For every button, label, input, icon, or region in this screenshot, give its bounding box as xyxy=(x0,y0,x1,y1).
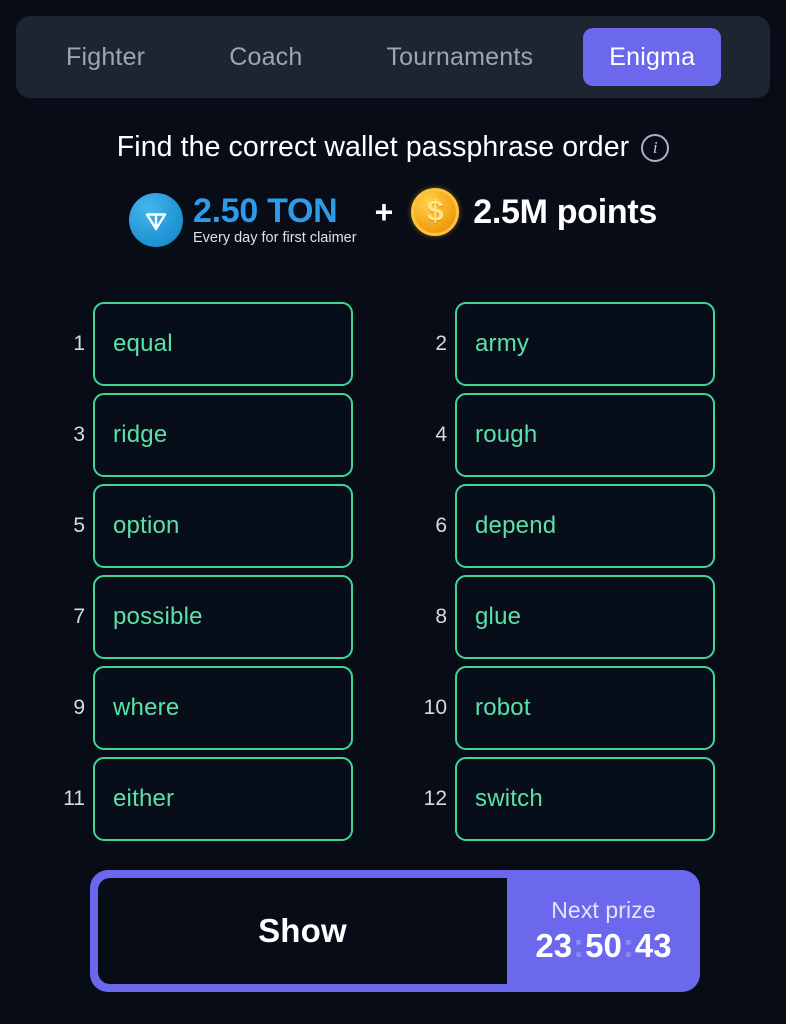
word-index: 12 xyxy=(423,787,447,810)
word-label: where xyxy=(113,694,180,721)
word-slot[interactable]: either xyxy=(93,757,353,841)
passphrase-cell: 4 rough xyxy=(417,393,715,477)
passphrase-cell: 6 depend xyxy=(417,484,715,568)
ton-amount: 2.50 TON xyxy=(193,191,338,230)
passphrase-cell: 10 robot xyxy=(417,666,715,750)
ton-reward-block: 2.50 TON Every day for first claimer xyxy=(193,191,357,247)
passphrase-cell: 5 option xyxy=(55,484,353,568)
word-index: 9 xyxy=(73,696,85,719)
timer-hours: 23 xyxy=(535,927,573,964)
passphrase-cell: 9 where xyxy=(55,666,353,750)
dollar-coin-icon: $ xyxy=(411,188,460,236)
next-prize-timer: 23 : 50 : 43 xyxy=(535,927,671,965)
points-reward: 2.5M points xyxy=(473,192,657,231)
top-tab-bar: Fighter Coach Tournaments Enigma xyxy=(16,16,770,98)
word-slot[interactable]: ridge xyxy=(93,393,353,477)
info-circle-icon[interactable]: i xyxy=(641,133,670,162)
word-slot[interactable]: where xyxy=(93,666,353,750)
timer-separator: : xyxy=(622,927,634,964)
word-index: 5 xyxy=(73,514,85,537)
word-index: 7 xyxy=(73,605,85,628)
word-label: ridge xyxy=(113,421,168,448)
word-slot[interactable]: equal xyxy=(93,302,353,386)
word-label: either xyxy=(113,785,175,812)
word-slot[interactable]: option xyxy=(93,484,353,568)
word-label: robot xyxy=(475,694,531,721)
word-slot[interactable]: army xyxy=(455,302,715,386)
word-label: option xyxy=(113,512,180,539)
bottom-action-bar: Show Next prize 23 : 50 : 43 xyxy=(90,870,700,992)
passphrase-cell: 3 ridge xyxy=(55,393,353,477)
passphrase-cell: 12 switch xyxy=(417,757,715,841)
word-label: switch xyxy=(475,785,543,812)
ton-reward-note: Every day for first claimer xyxy=(193,230,357,247)
timer-minutes: 50 xyxy=(585,927,622,964)
word-index: 1 xyxy=(73,332,85,355)
reward-row: 2.50 TON Every day for first claimer + $… xyxy=(0,188,786,252)
ton-logo-icon xyxy=(129,193,183,247)
word-slot[interactable]: robot xyxy=(455,666,715,750)
passphrase-cell: 2 army xyxy=(417,302,715,386)
word-slot[interactable]: switch xyxy=(455,757,715,841)
tab-fighter[interactable]: Fighter xyxy=(48,28,163,86)
reward-separator: + xyxy=(374,193,394,230)
word-label: equal xyxy=(113,330,173,357)
page-title: Find the correct wallet passphrase order xyxy=(116,131,630,163)
passphrase-grid: 1 equal 2 army 3 ridge 4 rough 5 option … xyxy=(55,302,715,841)
word-index: 2 xyxy=(435,332,447,355)
enigma-screen: Fighter Coach Tournaments Enigma Find th… xyxy=(0,0,786,1024)
word-index: 11 xyxy=(63,787,85,810)
word-label: glue xyxy=(475,603,522,630)
word-index: 10 xyxy=(423,696,447,719)
timer-seconds: 43 xyxy=(634,927,672,964)
word-slot[interactable]: glue xyxy=(455,575,715,659)
word-label: rough xyxy=(475,421,538,448)
page-title-row: Find the correct wallet passphrase order… xyxy=(0,131,786,164)
show-button[interactable]: Show xyxy=(98,878,507,984)
show-button-label: Show xyxy=(258,912,347,949)
word-slot[interactable]: depend xyxy=(455,484,715,568)
next-prize-label: Next prize xyxy=(551,897,656,923)
tab-enigma[interactable]: Enigma xyxy=(583,28,722,86)
coin-symbol: $ xyxy=(426,195,444,228)
word-slot[interactable]: rough xyxy=(455,393,715,477)
next-prize-panel[interactable]: Next prize 23 : 50 : 43 xyxy=(507,870,700,992)
word-index: 6 xyxy=(435,514,447,537)
passphrase-cell: 1 equal xyxy=(55,302,353,386)
word-label: depend xyxy=(475,512,557,539)
passphrase-cell: 11 either xyxy=(55,757,353,841)
word-index: 8 xyxy=(435,605,447,628)
passphrase-cell: 7 possible xyxy=(55,575,353,659)
word-index: 4 xyxy=(435,423,447,446)
passphrase-cell: 8 glue xyxy=(417,575,715,659)
tab-tournaments[interactable]: Tournaments xyxy=(368,28,551,86)
timer-separator: : xyxy=(573,927,585,964)
word-label: possible xyxy=(113,603,203,630)
tab-coach[interactable]: Coach xyxy=(211,28,320,86)
word-index: 3 xyxy=(73,423,85,446)
word-label: army xyxy=(475,330,530,357)
word-slot[interactable]: possible xyxy=(93,575,353,659)
